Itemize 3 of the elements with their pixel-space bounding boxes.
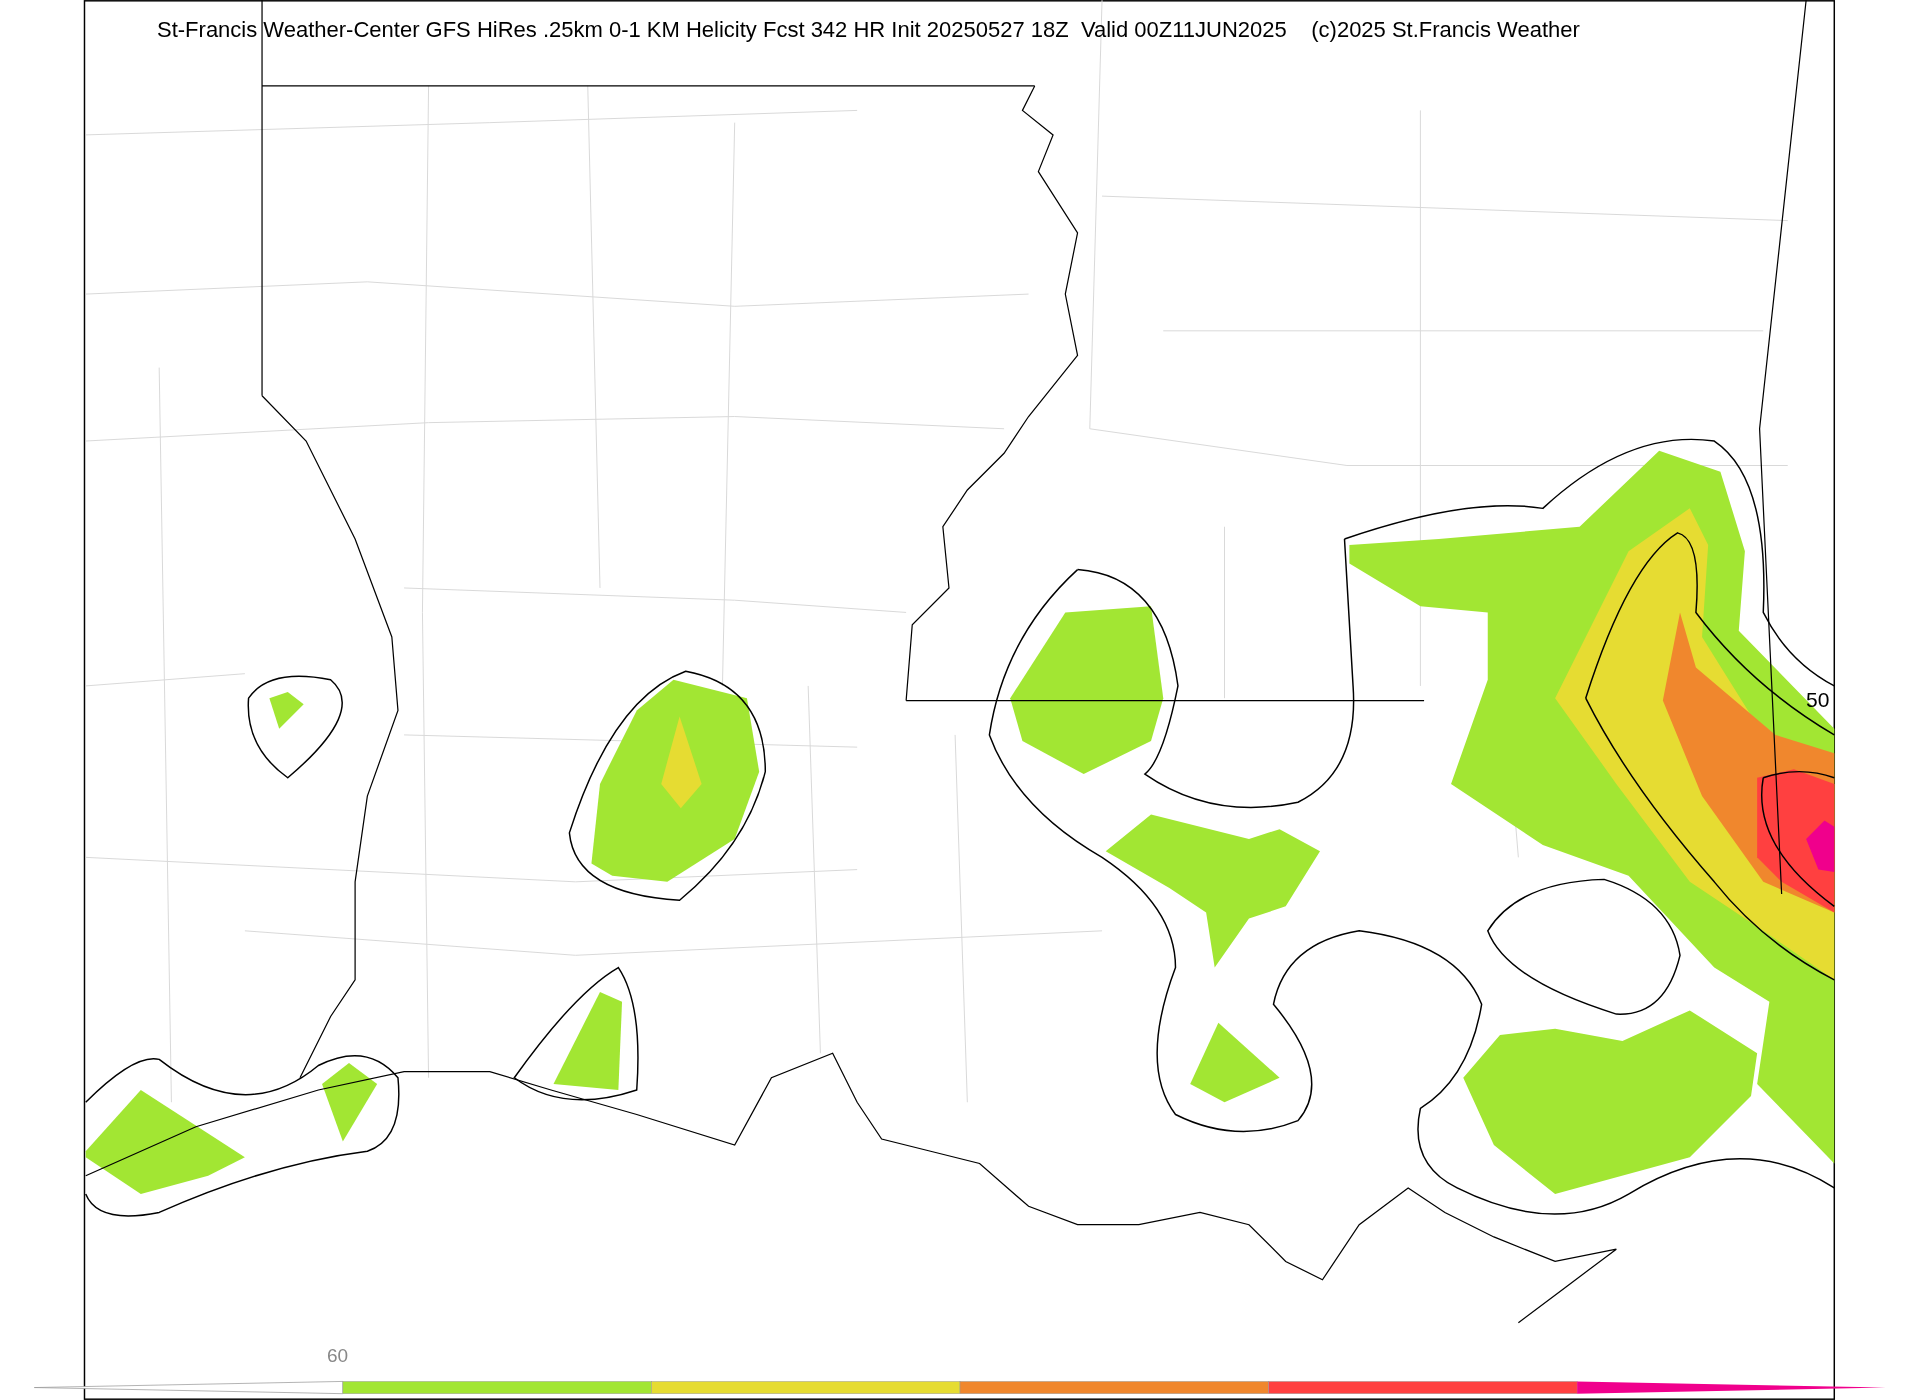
contour-label: 50: [1806, 689, 1830, 710]
map-title: St-Francis Weather-Center GFS HiRes .25km 0-1 KM Helicity Fcst 342 HR Init 20250527 18Z Valid 00Z11JUN2025 (c)2025 St.Francis Weather: [157, 19, 1580, 41]
colorbar-label: 60: [327, 1346, 349, 1365]
